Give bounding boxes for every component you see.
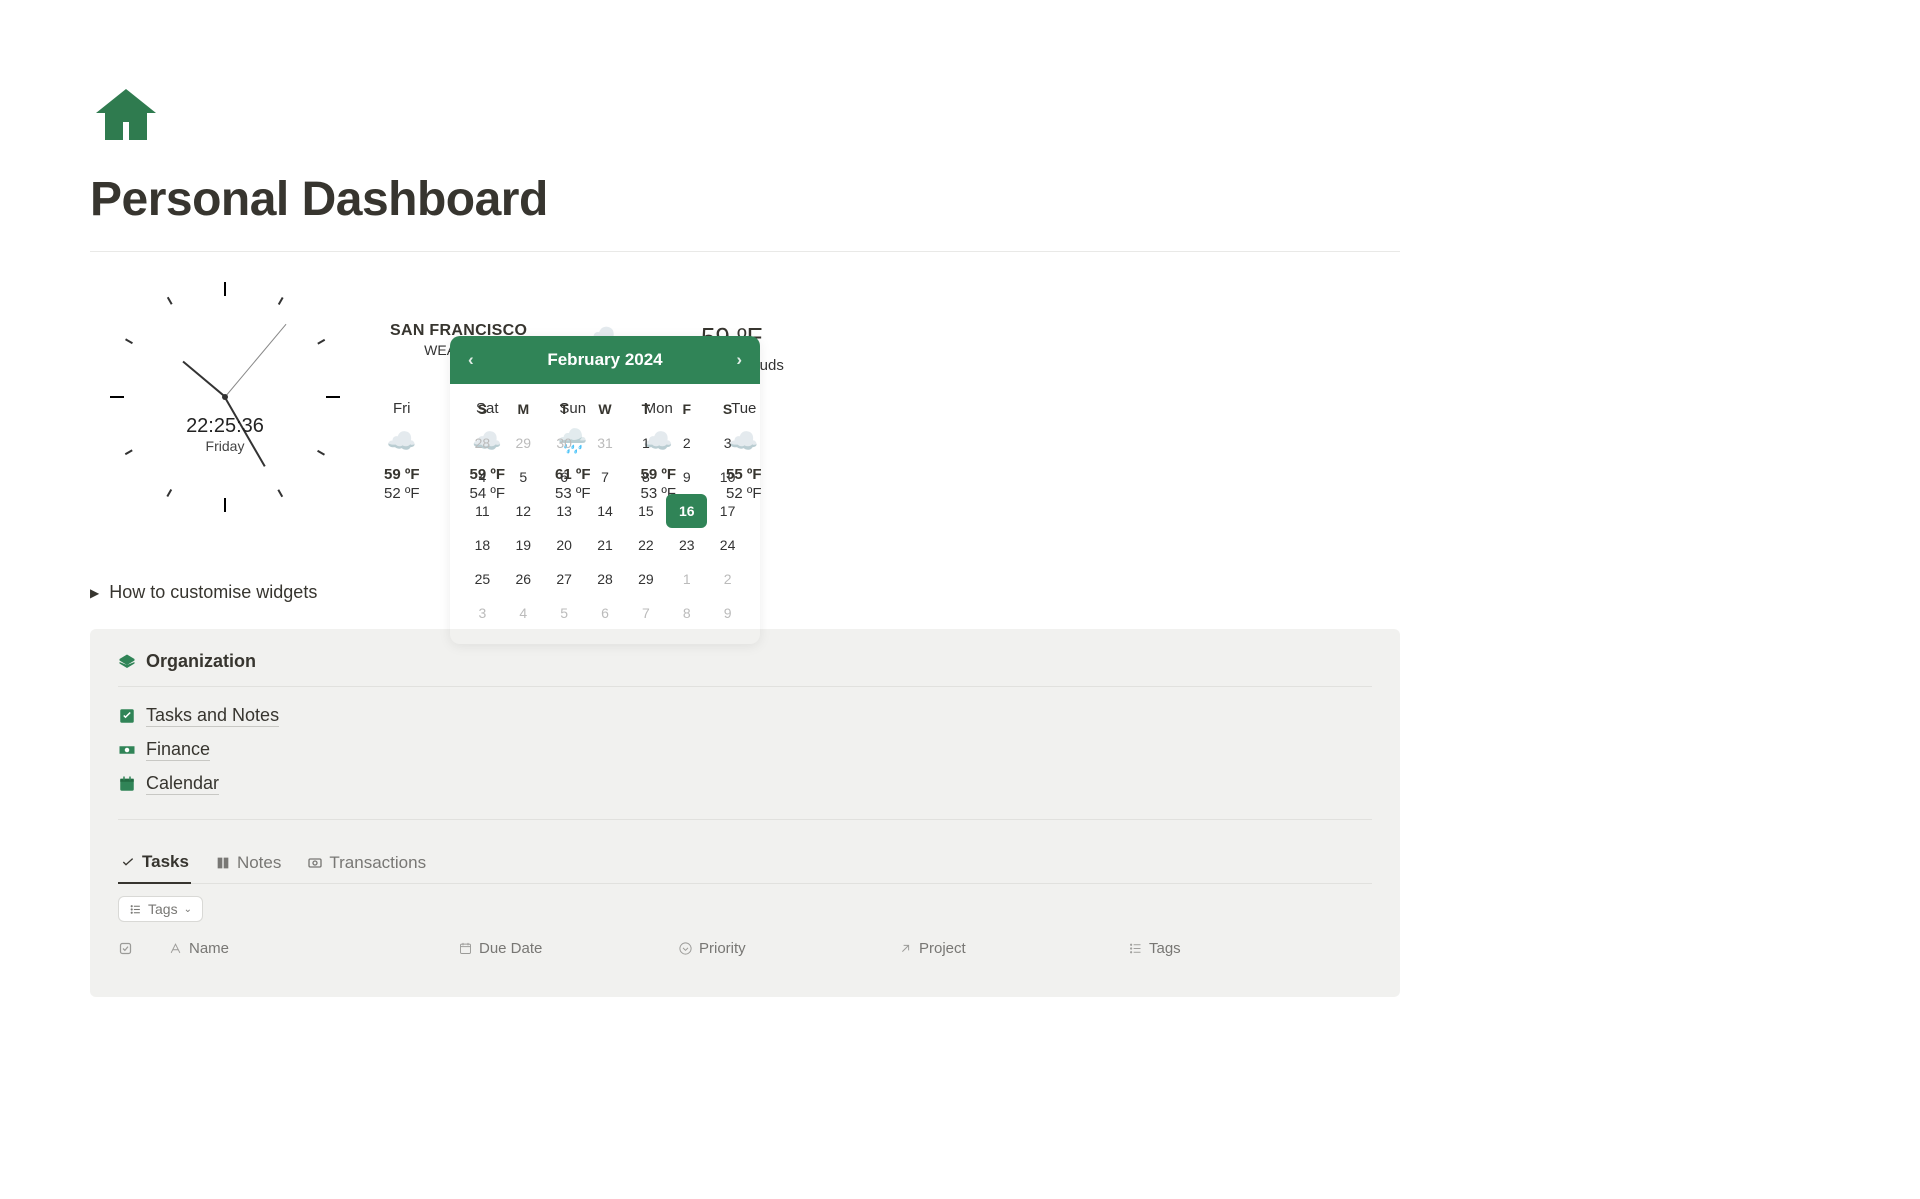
calendar-day-of-week: S — [707, 392, 748, 426]
link-finance[interactable]: Finance — [118, 733, 1372, 767]
text-icon — [168, 941, 183, 956]
analog-clock: 22:25:36 Friday — [110, 282, 340, 512]
table-header: Name Due Date Priority Project Tags — [118, 940, 1372, 957]
calendar-day[interactable]: 1 — [666, 562, 707, 596]
clock-time: 22:25:36 — [165, 415, 285, 438]
calendar-day[interactable]: 19 — [503, 528, 544, 562]
calendar-day[interactable]: 15 — [625, 494, 666, 528]
calendar-day[interactable]: 31 — [585, 426, 626, 460]
calendar-day[interactable]: 23 — [666, 528, 707, 562]
calendar-small-icon — [458, 941, 473, 956]
calendar-widget: ‹ February 2024 › SMTWTFS 28293031123456… — [450, 336, 760, 644]
tab-tasks[interactable]: Tasks — [118, 844, 191, 884]
calendar-day[interactable]: 29 — [503, 426, 544, 460]
calendar-day[interactable]: 3 — [462, 596, 503, 630]
calendar-day[interactable]: 13 — [544, 494, 585, 528]
divider — [90, 251, 1400, 252]
calendar-day[interactable]: 25 — [462, 562, 503, 596]
column-tags[interactable]: Tags — [1149, 940, 1181, 957]
calendar-day[interactable]: 30 — [544, 426, 585, 460]
tab-notes[interactable]: Notes — [213, 844, 283, 883]
calendar-month: February 2024 — [547, 350, 662, 370]
calendar-day[interactable]: 4 — [503, 596, 544, 630]
calendar-day[interactable]: 3 — [707, 426, 748, 460]
cloud-icon: ☁️ — [387, 427, 417, 456]
disclosure-triangle-icon: ▶ — [90, 586, 99, 600]
calendar-day[interactable]: 20 — [544, 528, 585, 562]
organization-block: Organization Tasks and Notes Finance Cal… — [90, 629, 1400, 997]
filter-chip-tags[interactable]: Tags ⌄ — [118, 896, 203, 922]
tab-transactions[interactable]: Transactions — [305, 844, 428, 883]
camera-icon — [307, 855, 323, 871]
calendar-day[interactable]: 17 — [707, 494, 748, 528]
page-title: Personal Dashboard — [90, 172, 1400, 227]
organization-title: Organization — [146, 651, 256, 672]
calendar-day[interactable]: 7 — [625, 596, 666, 630]
link-tasks-and-notes[interactable]: Tasks and Notes — [118, 699, 1372, 733]
list-icon — [129, 903, 142, 916]
column-project[interactable]: Project — [919, 940, 966, 957]
calendar-day-of-week: T — [625, 392, 666, 426]
calendar-day[interactable]: 11 — [462, 494, 503, 528]
chevron-down-icon: ⌄ — [184, 904, 192, 915]
column-name[interactable]: Name — [189, 940, 229, 957]
disclosure-label: How to customise widgets — [109, 582, 317, 603]
calendar-day[interactable]: 6 — [544, 460, 585, 494]
calendar-day[interactable]: 9 — [707, 596, 748, 630]
calendar-day[interactable]: 9 — [666, 460, 707, 494]
calendar-day-of-week: M — [503, 392, 544, 426]
calendar-day[interactable]: 2 — [666, 426, 707, 460]
forecast-day: Fri ☁️ 59 ºF 52 ºF — [384, 400, 420, 502]
calendar-day-of-week: T — [544, 392, 585, 426]
calendar-day[interactable]: 22 — [625, 528, 666, 562]
checkbox-icon[interactable] — [118, 941, 133, 956]
calendar-day[interactable]: 18 — [462, 528, 503, 562]
calendar-day[interactable]: 16 — [666, 494, 707, 528]
calendar-day[interactable]: 28 — [585, 562, 626, 596]
calendar-day[interactable]: 6 — [585, 596, 626, 630]
calendar-day[interactable]: 26 — [503, 562, 544, 596]
layers-icon — [118, 653, 136, 671]
database-tabs: Tasks Notes Transactions — [118, 844, 1372, 884]
calendar-day[interactable]: 8 — [625, 460, 666, 494]
calendar-next-button[interactable]: › — [734, 350, 744, 370]
multiselect-icon — [1128, 941, 1143, 956]
check-square-icon — [118, 707, 136, 725]
money-icon — [118, 741, 136, 759]
arrow-up-right-icon — [898, 941, 913, 956]
calendar-day[interactable]: 7 — [585, 460, 626, 494]
calendar-day[interactable]: 29 — [625, 562, 666, 596]
calendar-day[interactable]: 5 — [503, 460, 544, 494]
calendar-day[interactable]: 28 — [462, 426, 503, 460]
calendar-day[interactable]: 8 — [666, 596, 707, 630]
house-icon — [90, 80, 162, 152]
calendar-day[interactable]: 27 — [544, 562, 585, 596]
clock-day: Friday — [165, 438, 285, 454]
calendar-day-of-week: W — [585, 392, 626, 426]
calendar-day[interactable]: 5 — [544, 596, 585, 630]
calendar-prev-button[interactable]: ‹ — [466, 350, 476, 370]
column-due-date[interactable]: Due Date — [479, 940, 542, 957]
chevron-down-small-icon — [678, 941, 693, 956]
link-calendar[interactable]: Calendar — [118, 767, 1372, 801]
check-icon — [120, 854, 136, 870]
forecast-lo: 52 ºF — [384, 485, 420, 502]
forecast-day-name: Fri — [384, 400, 420, 417]
calendar-day[interactable]: 1 — [625, 426, 666, 460]
calendar-day[interactable]: 21 — [585, 528, 626, 562]
calendar-day[interactable]: 2 — [707, 562, 748, 596]
calendar-icon — [118, 775, 136, 793]
calendar-day[interactable]: 14 — [585, 494, 626, 528]
calendar-day[interactable]: 24 — [707, 528, 748, 562]
calendar-day[interactable]: 4 — [462, 460, 503, 494]
calendar-day[interactable]: 12 — [503, 494, 544, 528]
column-priority[interactable]: Priority — [699, 940, 746, 957]
calendar-day-of-week: S — [462, 392, 503, 426]
calendar-day[interactable]: 10 — [707, 460, 748, 494]
calendar-day-of-week: F — [666, 392, 707, 426]
forecast-hi: 59 ºF — [384, 466, 420, 483]
book-icon — [215, 855, 231, 871]
